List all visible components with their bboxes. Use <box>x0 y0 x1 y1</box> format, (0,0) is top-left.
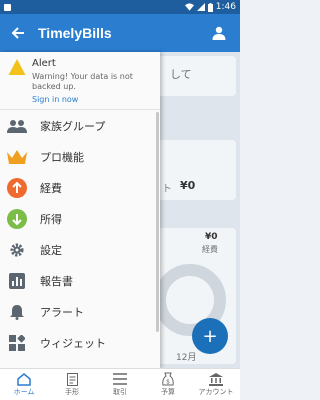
menu-item-alerts[interactable]: アラート <box>0 296 160 327</box>
gear-icon <box>6 239 28 261</box>
warning-icon <box>8 59 26 75</box>
home-icon <box>17 372 31 386</box>
bell-icon <box>6 301 28 323</box>
bg-card-text: して <box>170 68 192 81</box>
app-title: TimelyBills <box>38 25 112 41</box>
bottom-navigation: ホーム 手形 取引 $ 予算 アカウント <box>0 368 240 400</box>
wifi-icon <box>184 3 194 11</box>
menu-item-label: 家族グループ <box>40 119 106 133</box>
menu-item-widgets[interactable]: ウィジェット <box>0 327 160 358</box>
nav-accounts[interactable]: アカウント <box>192 369 240 400</box>
bg-total-value: ¥0 <box>180 179 196 192</box>
status-right: 1:46 <box>184 2 236 12</box>
menu-item-label: 設定 <box>40 243 62 257</box>
bg-zero-2: ¥0 <box>205 232 218 242</box>
status-time: 1:46 <box>215 2 236 12</box>
menu-item-label: プロ機能 <box>40 150 84 164</box>
people-icon <box>6 115 28 137</box>
nav-label: 予算 <box>161 388 175 396</box>
battery-icon <box>207 2 213 12</box>
nav-budget[interactable]: $ 予算 <box>144 369 192 400</box>
nav-bills[interactable]: 手形 <box>48 369 96 400</box>
alert-title: Alert <box>32 58 56 69</box>
transactions-icon <box>113 372 127 386</box>
signal-icon <box>196 3 205 11</box>
status-bar: 1:46 <box>0 0 240 14</box>
menu-item-label: アラート <box>40 305 84 319</box>
bill-icon <box>66 372 78 386</box>
bg-month: 12月 <box>176 353 197 363</box>
notification-icon <box>4 3 11 11</box>
report-chart-icon <box>6 270 28 292</box>
add-fab-button[interactable]: + <box>192 318 228 354</box>
navigation-drawer: Alert Warning! Your data is not backed u… <box>0 52 160 368</box>
widgets-icon <box>6 332 28 354</box>
nav-label: 取引 <box>113 388 127 396</box>
menu-item-label: 所得 <box>40 212 62 226</box>
drawer-scrollbar[interactable] <box>156 112 159 332</box>
menu-item-label: 経費 <box>40 181 62 195</box>
profile-icon[interactable] <box>204 14 234 52</box>
account-bank-icon <box>209 372 223 386</box>
menu-item-family-group[interactable]: 家族グループ <box>0 110 160 141</box>
svg-text:$: $ <box>166 379 170 386</box>
back-arrow-icon[interactable] <box>4 14 32 52</box>
menu-item-income[interactable]: 所得 <box>0 203 160 234</box>
bg-total-label: ト <box>162 184 172 195</box>
status-left <box>4 3 11 11</box>
expense-up-icon <box>6 177 28 199</box>
menu-item-expense[interactable]: 経費 <box>0 172 160 203</box>
bg-expense: 経費 <box>202 245 218 254</box>
menu-item-label: 報告書 <box>40 274 73 288</box>
backup-alert: Alert Warning! Your data is not backed u… <box>0 52 160 110</box>
app-bar: TimelyBills <box>0 14 240 52</box>
menu-item-pro-features[interactable]: プロ機能 <box>0 141 160 172</box>
sign-in-link[interactable]: Sign in now <box>32 95 78 104</box>
crown-icon <box>6 146 28 168</box>
nav-transactions[interactable]: 取引 <box>96 369 144 400</box>
income-down-icon <box>6 208 28 230</box>
nav-label: アカウント <box>198 388 234 396</box>
budget-icon: $ <box>162 372 174 386</box>
menu-item-label: ウィジェット <box>40 336 106 350</box>
nav-home[interactable]: ホーム <box>0 369 48 400</box>
menu-item-settings[interactable]: 設定 <box>0 234 160 265</box>
menu-item-reports[interactable]: 報告書 <box>0 265 160 296</box>
nav-label: 手形 <box>65 388 79 396</box>
alert-message: Warning! Your data is not backed up. <box>32 72 133 91</box>
nav-label: ホーム <box>13 388 35 396</box>
